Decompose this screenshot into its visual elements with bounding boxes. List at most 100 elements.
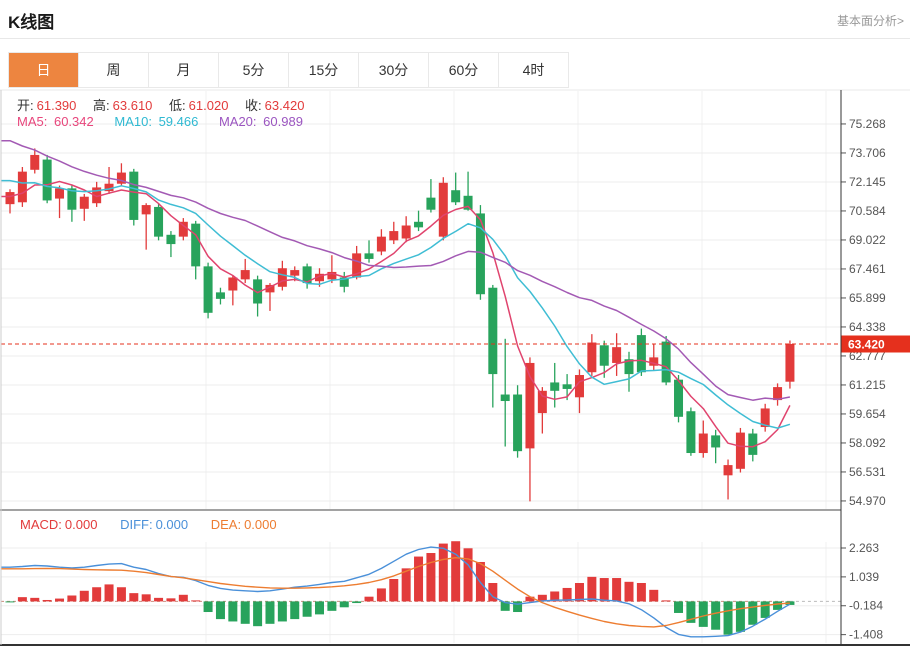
macd-axis-label: -0.184 xyxy=(849,599,883,613)
candle-body xyxy=(18,172,27,203)
macd-bar xyxy=(575,583,584,601)
tab-period-1[interactable]: 周 xyxy=(79,53,149,87)
candle-body xyxy=(538,391,547,413)
dea-value: 0.000 xyxy=(244,517,277,532)
candle-body xyxy=(377,237,386,252)
candle-body xyxy=(166,235,175,244)
macd-bar xyxy=(105,584,114,601)
macd-bar xyxy=(43,600,52,601)
macd-bar xyxy=(402,568,411,601)
macd-bar xyxy=(30,598,39,602)
low-value: 61.020 xyxy=(189,98,229,113)
candle-body xyxy=(488,288,497,374)
macd-bar xyxy=(166,598,175,601)
tab-period-5[interactable]: 30分 xyxy=(359,53,429,87)
tab-period-7[interactable]: 4时 xyxy=(499,53,568,87)
macd-bar xyxy=(464,548,473,601)
ma20-label: MA20: 60.989 xyxy=(219,114,306,129)
tab-period-3[interactable]: 5分 xyxy=(219,53,289,87)
macd-bar xyxy=(389,579,398,601)
candle-body xyxy=(290,270,299,276)
candle-body xyxy=(402,226,411,239)
price-axis-label: 75.268 xyxy=(849,117,886,131)
macd-bar xyxy=(315,601,324,614)
price-axis-label: 72.145 xyxy=(849,175,886,189)
high-value: 63.610 xyxy=(113,98,153,113)
macd-bar xyxy=(117,587,126,601)
open-label: 开: xyxy=(17,98,34,113)
macd-axis-label: 1.039 xyxy=(849,570,879,584)
candle-body xyxy=(563,384,572,389)
tab-period-2[interactable]: 月 xyxy=(149,53,219,87)
candle-body xyxy=(216,292,225,299)
macd-histogram xyxy=(6,541,795,634)
candle-body xyxy=(711,435,720,447)
macd-bar xyxy=(414,557,423,602)
macd-bar xyxy=(699,601,708,626)
period-tabs: 日周月5分15分30分60分4时 xyxy=(8,52,569,88)
candle-body xyxy=(686,411,695,453)
macd-bar xyxy=(649,590,658,602)
candle-body xyxy=(154,207,163,237)
price-axis-label: 59.654 xyxy=(849,407,886,421)
candle-body xyxy=(600,345,609,365)
macd-bar xyxy=(327,601,336,610)
macd-bar xyxy=(439,544,448,602)
tab-period-6[interactable]: 60分 xyxy=(429,53,499,87)
macd-bar xyxy=(241,601,250,623)
price-axis-label: 73.706 xyxy=(849,146,886,160)
candle-body xyxy=(662,342,671,383)
macd-bar xyxy=(600,578,609,601)
macd-bar xyxy=(724,601,733,634)
price-axis-label: 61.215 xyxy=(849,378,886,392)
ma5-line xyxy=(1,182,790,447)
price-axis-label: 67.461 xyxy=(849,262,886,276)
candle-body xyxy=(278,268,287,287)
ma20-value: 60.989 xyxy=(263,114,303,129)
macd-bar xyxy=(80,591,89,602)
candle-body xyxy=(550,382,559,390)
price-axis-label: 70.584 xyxy=(849,204,886,218)
candle-body xyxy=(55,188,64,198)
candle-body xyxy=(501,395,510,402)
candle-body xyxy=(699,434,708,454)
macd-bar xyxy=(340,601,349,607)
candle-body xyxy=(587,343,596,373)
candle-body xyxy=(191,224,200,267)
price-axis-label: 69.022 xyxy=(849,233,886,247)
ma5-value: 60.342 xyxy=(54,114,94,129)
price-axis-label: 65.899 xyxy=(849,291,886,305)
macd-bar xyxy=(216,601,225,619)
close-value: 63.420 xyxy=(265,98,305,113)
candle-body xyxy=(736,433,745,469)
candle-body xyxy=(179,222,188,237)
candle-body xyxy=(748,434,757,455)
macd-bar xyxy=(191,600,200,601)
macd-bar xyxy=(129,593,138,601)
candle-body xyxy=(228,278,237,291)
macd-bar xyxy=(662,600,671,601)
candle-body xyxy=(43,160,52,201)
candle-body xyxy=(513,395,522,452)
ma5-label: MA5: 60.342 xyxy=(17,114,97,129)
macd-bar xyxy=(228,601,237,621)
tab-period-0[interactable]: 日 xyxy=(9,53,79,87)
tab-period-4[interactable]: 15分 xyxy=(289,53,359,87)
macd-bar xyxy=(748,601,757,624)
candle-body xyxy=(426,198,435,210)
macd-bar xyxy=(426,553,435,601)
ma10-line xyxy=(1,181,790,429)
macd-bar xyxy=(352,601,361,603)
candles xyxy=(6,148,795,501)
macd-bar xyxy=(290,601,299,619)
close-label: 收: xyxy=(245,98,262,113)
open-value: 61.390 xyxy=(37,98,77,113)
candle-body xyxy=(451,190,460,202)
macd-bar xyxy=(18,597,27,601)
candle-body xyxy=(129,172,138,220)
candle-body xyxy=(142,205,151,214)
macd-bar xyxy=(253,601,262,626)
price-axis-label: 64.338 xyxy=(849,320,886,334)
candle-body xyxy=(30,155,39,170)
price-axis-label: 58.092 xyxy=(849,436,886,450)
